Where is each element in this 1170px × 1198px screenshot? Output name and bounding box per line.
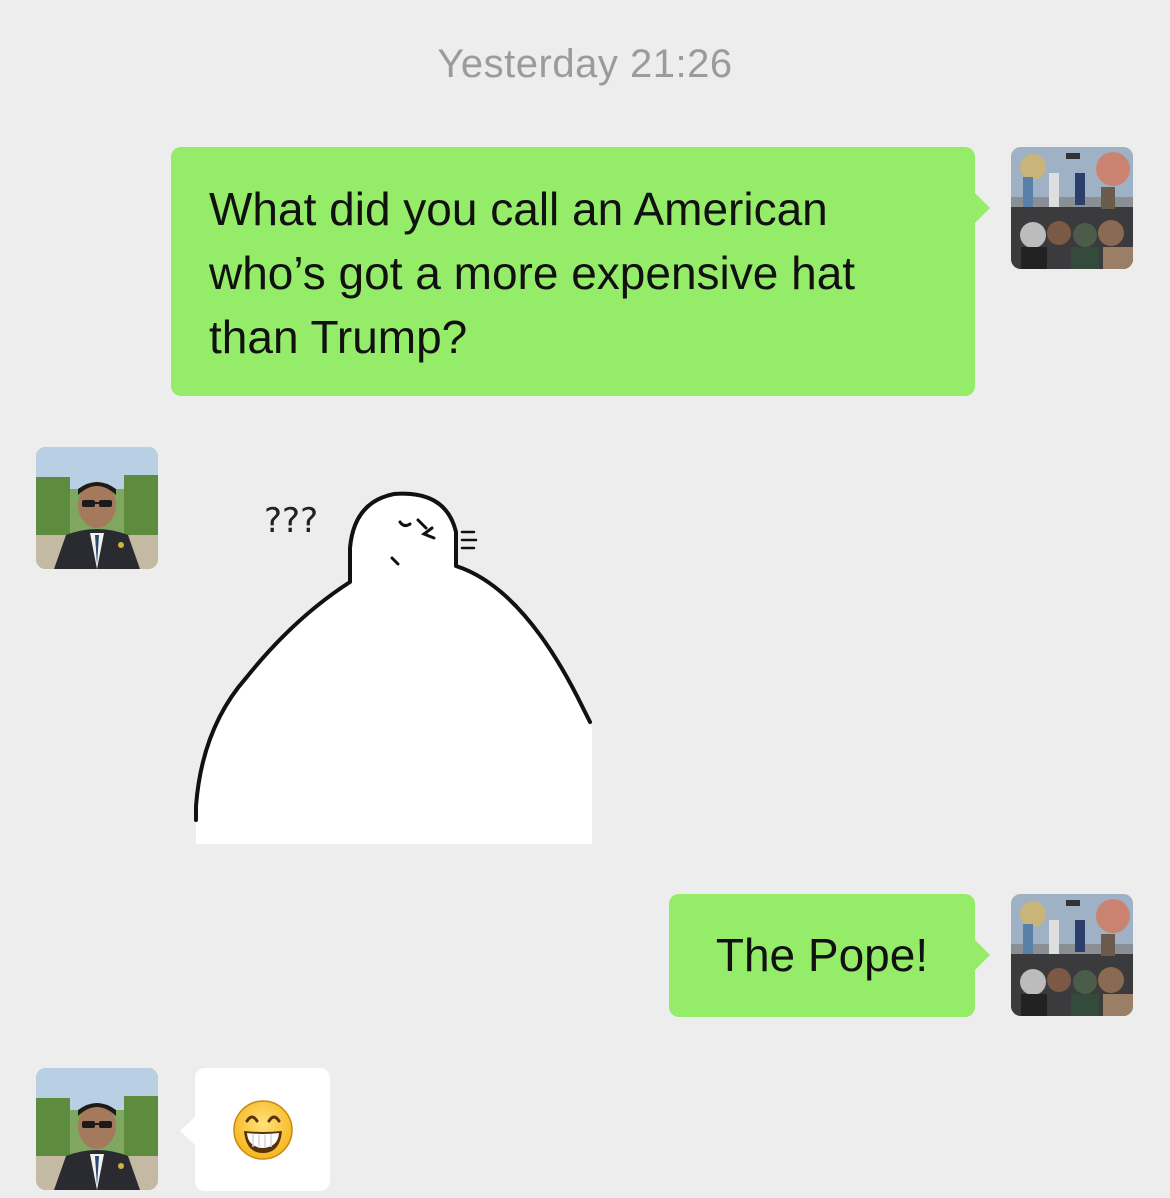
message-text-question: What did you call an American who’s got … [209, 183, 856, 363]
confused-blob-sticker[interactable]: ??? [194, 488, 592, 844]
my-avatar[interactable] [1011, 894, 1133, 1016]
sticker-caption: ??? [264, 501, 318, 541]
message-bubble-punchline[interactable]: The Pope! [669, 894, 990, 1017]
grinning-face-emoji [232, 1099, 294, 1161]
friend-avatar[interactable] [36, 447, 158, 569]
message-bubble-question[interactable]: What did you call an American who’s got … [171, 147, 990, 396]
my-avatar[interactable] [1011, 147, 1133, 269]
message-text-punchline: The Pope! [715, 929, 929, 981]
chat-timestamp: Yesterday 21:26 [437, 42, 733, 86]
friend-avatar[interactable] [36, 1068, 158, 1190]
